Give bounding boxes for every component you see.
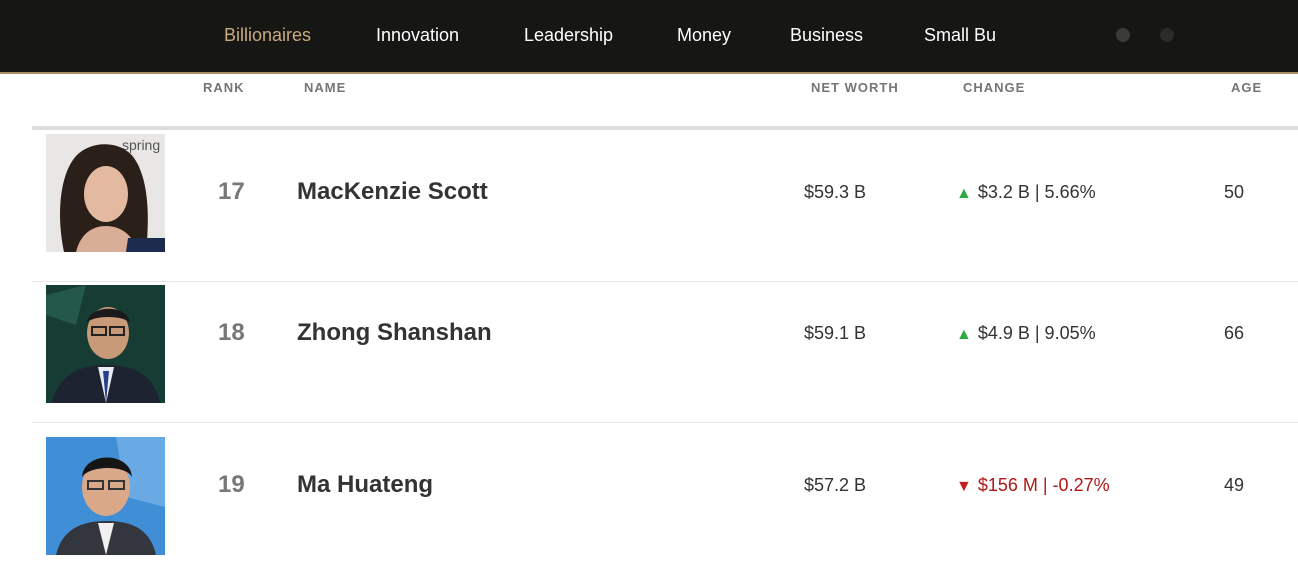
table-row[interactable]: 18 Zhong Shanshan $59.1 B ▲ $4.9 B | 9.05… [32, 271, 1298, 423]
nav-item-small-business[interactable]: Small Business [924, 25, 996, 49]
nav-item-leadership[interactable]: Leadership [524, 25, 613, 46]
header-name[interactable]: NAME [304, 80, 346, 95]
change-text: $4.9 B | 9.05% [977, 323, 1096, 343]
nav-fade-icon [1160, 28, 1174, 42]
net-worth-value: $59.1 B [804, 323, 867, 343]
billionaire-name-link[interactable]: Ma Huateng [297, 471, 433, 499]
nav-item-money[interactable]: Money [677, 25, 731, 46]
change-value: ▲ $3.2 B | 5.66% [956, 182, 1096, 203]
nav-item-business[interactable]: Business [790, 25, 863, 46]
header-change[interactable]: CHANGE [963, 80, 1025, 95]
billionaire-name-link[interactable]: MacKenzie Scott [297, 178, 488, 206]
nav-fade-icon [1116, 28, 1130, 42]
net-worth-value: $59.3 B [804, 182, 867, 202]
top-nav: Billionaires Innovation Leadership Money… [0, 0, 1298, 74]
age-value: 49 [1224, 475, 1245, 495]
billionaire-name-link[interactable]: Zhong Shanshan [297, 319, 492, 347]
header-age[interactable]: AGE [1231, 80, 1262, 95]
rank-value: 17 [218, 178, 245, 205]
avatar[interactable]: spring [46, 134, 165, 252]
header-rank[interactable]: RANK [203, 80, 245, 95]
rank-value: 19 [218, 471, 245, 498]
triangle-up-icon: ▲ [956, 185, 972, 202]
photo-backdrop-text: spring [122, 137, 160, 153]
triangle-down-icon: ▼ [956, 478, 972, 495]
change-value: ▼ $156 M | -0.27% [956, 475, 1110, 496]
change-text: $3.2 B | 5.66% [977, 182, 1096, 202]
avatar[interactable] [46, 285, 165, 403]
age-value: 66 [1224, 323, 1245, 343]
change-value: ▲ $4.9 B | 9.05% [956, 323, 1096, 344]
avatar[interactable] [46, 437, 165, 555]
nav-item-billionaires[interactable]: Billionaires [224, 25, 311, 46]
table-row[interactable]: spring 17 MacKenzie Scott $59.3 B ▲ $3.2 … [32, 130, 1298, 282]
rank-value: 18 [218, 319, 245, 346]
nav-item-innovation[interactable]: Innovation [376, 25, 459, 46]
change-text: $156 M | -0.27% [977, 475, 1110, 495]
nav-item-small-business-label: Small Business [924, 25, 996, 45]
net-worth-value: $57.2 B [804, 475, 867, 495]
header-net-worth[interactable]: NET WORTH [811, 80, 899, 95]
age-value: 50 [1224, 182, 1245, 202]
table-row[interactable]: 19 Ma Huateng $57.2 B ▼ $156 M | -0.27% 4… [32, 423, 1298, 575]
triangle-up-icon: ▲ [956, 326, 972, 343]
